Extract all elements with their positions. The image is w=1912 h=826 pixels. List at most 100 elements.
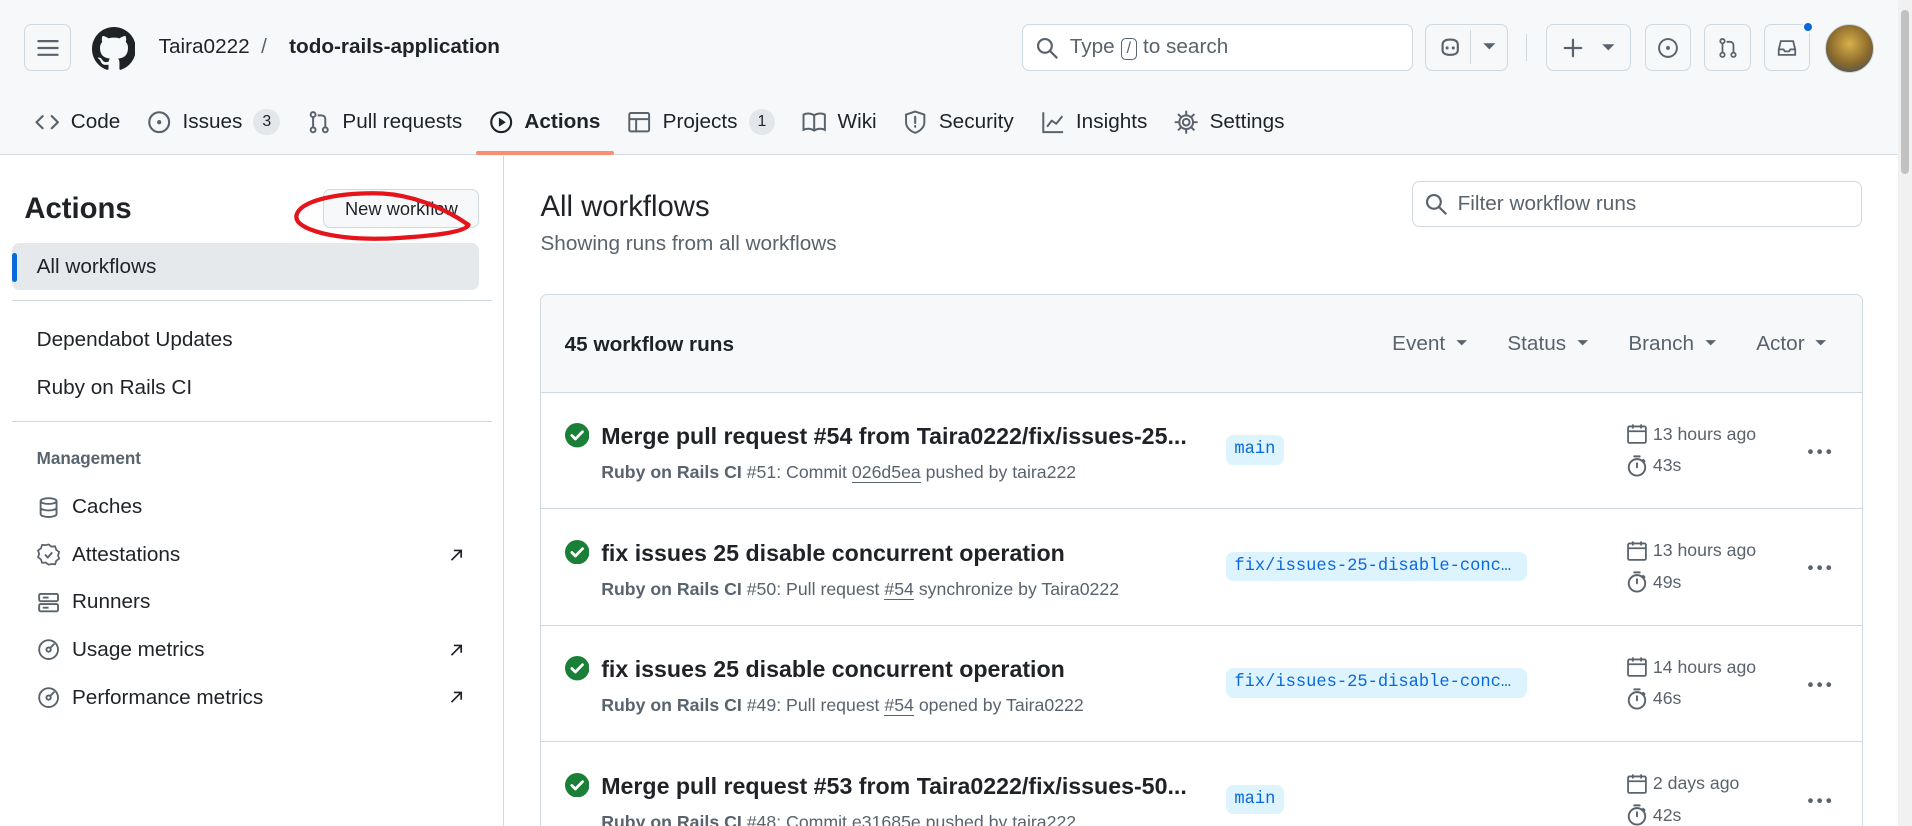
kebab-menu-icon[interactable]: [1805, 786, 1834, 815]
tab-actions[interactable]: Actions: [475, 98, 615, 155]
run-ref-link[interactable]: #54: [884, 695, 914, 717]
tab-insights[interactable]: Insights: [1027, 98, 1161, 147]
issues-button[interactable]: [1644, 24, 1691, 71]
copilot-icon: [1438, 35, 1462, 59]
actor-filter-dropdown[interactable]: Actor: [1756, 332, 1828, 356]
run-timestamp: 2 days ago: [1626, 773, 1739, 795]
stopwatch-icon: [1626, 455, 1648, 477]
run-duration: 49s: [1626, 571, 1681, 593]
branch-filter-dropdown[interactable]: Branch: [1628, 332, 1717, 356]
tab-label: Settings: [1209, 109, 1285, 133]
tab-wiki[interactable]: Wiki: [789, 98, 890, 147]
sidebar-item-label: Caches: [71, 495, 143, 519]
run-title-link[interactable]: fix issues 25 disable concurrent operati…: [601, 656, 1065, 683]
chevron-down-icon: [1814, 339, 1827, 348]
run-title-link[interactable]: Merge pull request #54 from Taira0222/fi…: [601, 423, 1187, 450]
sidebar-item-all-workflows[interactable]: All workflows: [12, 242, 480, 291]
book-icon: [802, 110, 827, 134]
run-duration: 43s: [1626, 455, 1681, 477]
run-meta: Ruby on Rails CI #51: Commit 026d5ea pus…: [601, 462, 1077, 484]
stopwatch-icon: [1626, 688, 1648, 710]
calendar-icon: [1626, 540, 1648, 562]
sidebar-item-dependabot-updates[interactable]: Dependabot Updates: [37, 328, 233, 352]
repo-owner-link[interactable]: Taira0222: [159, 35, 250, 59]
branch-badge[interactable]: fix/issues-25-disable-concurrent-operati…: [1225, 668, 1528, 698]
run-meta: Ruby on Rails CI #50: Pull request #54 s…: [601, 578, 1120, 600]
tab-label: Pull requests: [342, 109, 463, 133]
sidebar-item-caches[interactable]: Caches: [37, 495, 464, 519]
issue-icon: [147, 110, 171, 134]
run-ref-link[interactable]: e31685e: [851, 811, 921, 826]
kebab-menu-icon[interactable]: [1805, 553, 1834, 582]
page-title: All workflows: [540, 190, 710, 224]
workflow-run-row[interactable]: fix issues 25 disable concurrent operati…: [541, 626, 1862, 743]
status-filter-dropdown[interactable]: Status: [1507, 332, 1589, 356]
branch-badge[interactable]: main: [1225, 784, 1284, 815]
workflow-run-row[interactable]: Merge pull request #53 from Taira0222/fi…: [541, 742, 1861, 826]
sidebar-item-runners[interactable]: Runners: [37, 590, 464, 614]
run-duration: 42s: [1626, 804, 1681, 826]
run-ref-link[interactable]: #54: [884, 578, 914, 600]
run-title-link[interactable]: fix issues 25 disable concurrent operati…: [601, 540, 1065, 567]
play-icon: [489, 110, 513, 134]
table-icon: [627, 110, 651, 134]
branch-badge[interactable]: main: [1225, 435, 1284, 465]
sidebar-item-performance-metrics[interactable]: Performance metrics: [37, 686, 464, 710]
tab-label: Security: [938, 109, 1014, 133]
kebab-menu-icon[interactable]: [1805, 437, 1834, 466]
code-icon: [35, 110, 60, 134]
sidebar-item-ruby-on-rails-ci[interactable]: Ruby on Rails CI: [37, 376, 193, 400]
tab-label: Code: [70, 109, 121, 133]
calendar-icon: [1626, 773, 1648, 795]
sidebar-title: Actions: [24, 191, 132, 225]
meter-icon: [37, 686, 60, 709]
menu-button[interactable]: [24, 24, 71, 71]
external-link-icon: [449, 548, 464, 563]
repo-header: Taira0222 / todo-rails-application Type /…: [0, 0, 1912, 155]
scrollbar-thumb[interactable]: [1900, 9, 1910, 175]
avatar[interactable]: [1825, 24, 1874, 74]
sidebar-item-usage-metrics[interactable]: Usage metrics: [37, 638, 464, 662]
projects-count-badge: 1: [748, 108, 776, 136]
tab-settings[interactable]: Settings: [1161, 98, 1298, 147]
kebab-menu-icon[interactable]: [1805, 670, 1834, 699]
sidebar-item-attestations[interactable]: Attestations: [36, 543, 464, 567]
verified-icon: [36, 543, 60, 566]
filter-workflow-runs-input[interactable]: Filter workflow runs: [1411, 180, 1862, 227]
tab-label: Actions: [524, 109, 601, 133]
workflow-runs-list: 45 workflow runs Event Status Branch Act…: [540, 294, 1863, 826]
issues-count-badge: 3: [253, 108, 281, 136]
filter-placeholder: Filter workflow runs: [1457, 191, 1637, 215]
repo-name-link[interactable]: todo-rails-application: [289, 35, 500, 59]
tab-label: Insights: [1075, 109, 1148, 133]
search-input[interactable]: Type / to search: [1022, 24, 1413, 71]
stopwatch-icon: [1626, 571, 1648, 593]
tab-code[interactable]: Code: [22, 98, 134, 147]
inbox-icon: [1776, 37, 1798, 59]
tab-issues[interactable]: Issues 3: [134, 98, 294, 147]
run-title-link[interactable]: Merge pull request #53 from Taira0222/fi…: [601, 773, 1187, 800]
event-filter-dropdown[interactable]: Event: [1392, 332, 1468, 356]
tab-projects[interactable]: Projects 1: [614, 98, 789, 147]
workflow-run-row[interactable]: Merge pull request #54 from Taira0222/fi…: [541, 393, 1862, 510]
chevron-down-icon: [1704, 339, 1717, 348]
external-link-icon: [449, 690, 464, 705]
branch-badge[interactable]: fix/issues-25-disable-concurrent-operati…: [1225, 551, 1528, 582]
run-ref-link[interactable]: 026d5ea: [851, 462, 921, 484]
run-timestamp: 14 hours ago: [1626, 656, 1756, 678]
workflow-runs-count: 45 workflow runs: [564, 332, 734, 356]
scrollbar[interactable]: [1898, 0, 1912, 826]
chevron-down-icon[interactable]: [1482, 42, 1497, 52]
database-icon: [37, 496, 60, 519]
copilot-button[interactable]: [1424, 24, 1508, 71]
github-logo-icon[interactable]: [91, 26, 136, 71]
workflow-run-row[interactable]: fix issues 25 disable concurrent operati…: [541, 509, 1862, 626]
external-link-icon: [449, 643, 464, 658]
pull-requests-button[interactable]: [1704, 24, 1751, 71]
search-icon: [1036, 37, 1058, 59]
plus-icon: [1562, 37, 1584, 59]
create-new-button[interactable]: [1545, 24, 1632, 71]
run-timestamp: 13 hours ago: [1626, 423, 1756, 445]
tab-pull-requests[interactable]: Pull requests: [294, 98, 476, 147]
tab-security[interactable]: Security: [890, 98, 1027, 147]
